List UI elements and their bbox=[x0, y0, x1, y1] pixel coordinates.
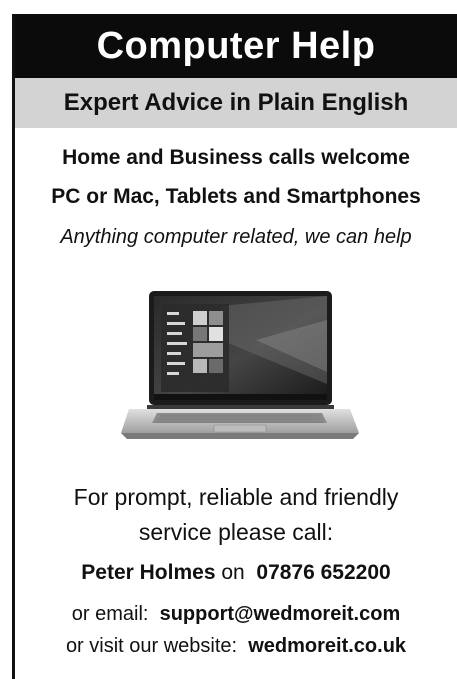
service-line-devices: PC or Mac, Tablets and Smartphones bbox=[51, 185, 421, 208]
laptop-icon bbox=[111, 284, 368, 454]
advert-title: Computer Help bbox=[96, 24, 376, 67]
subtitle-banner: Expert Advice in Plain English bbox=[15, 78, 457, 128]
email-label: or email: bbox=[71, 603, 149, 625]
contact-on-text: on bbox=[221, 561, 245, 584]
service-line-anything: Anything computer related, we can help bbox=[60, 226, 412, 248]
website-line: or visit our website: wedmoreit.co.uk bbox=[15, 635, 457, 658]
advert-panel: Computer Help Expert Advice in Plain Eng… bbox=[12, 14, 457, 679]
phone-line: Peter Holmes on 07876 652200 bbox=[15, 561, 457, 585]
phone-number[interactable]: 07876 652200 bbox=[256, 561, 390, 584]
call-to-action-line-1: For prompt, reliable and friendly bbox=[73, 484, 399, 510]
email-address[interactable]: support@wedmoreit.com bbox=[160, 603, 401, 625]
advert-subtitle: Expert Advice in Plain English bbox=[63, 89, 409, 116]
website-label: or visit our website: bbox=[65, 635, 238, 657]
service-line-home-business: Home and Business calls welcome bbox=[62, 146, 410, 169]
email-line: or email: support@wedmoreit.com bbox=[15, 603, 457, 626]
call-to-action-line-2: service please call: bbox=[138, 519, 334, 545]
website-link[interactable]: wedmoreit.co.uk bbox=[248, 635, 406, 657]
contact-name: Peter Holmes bbox=[81, 561, 216, 584]
title-banner: Computer Help bbox=[15, 14, 457, 78]
